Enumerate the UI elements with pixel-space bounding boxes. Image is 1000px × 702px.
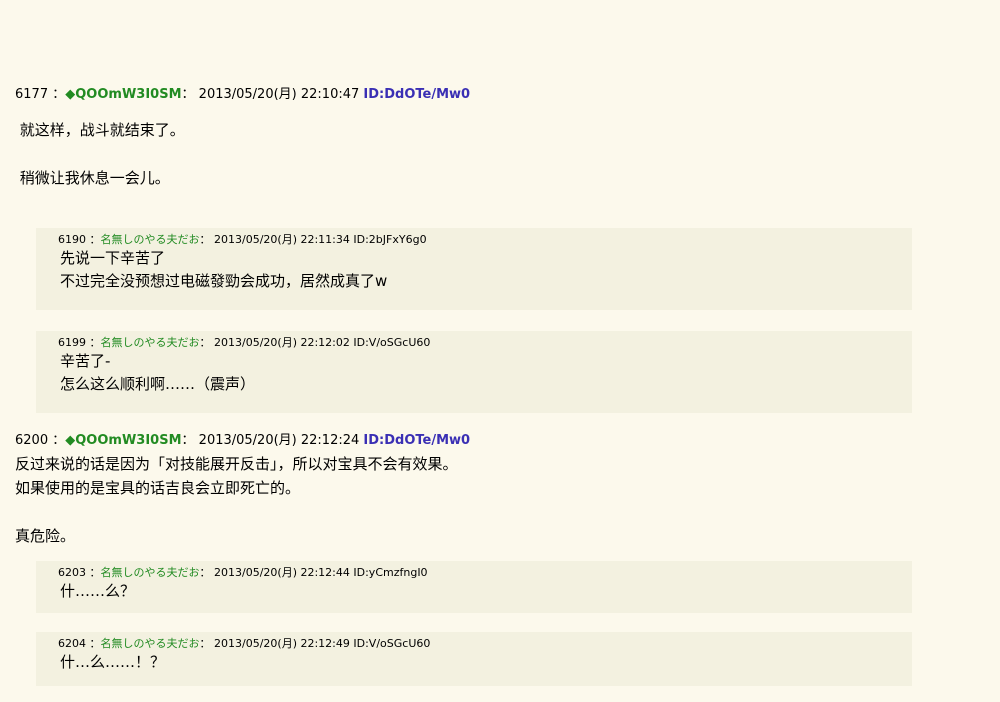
quoted-reply: 6203 ：名無しのやる夫だお： 2013/05/20(月) 22:12:44 …	[36, 561, 912, 613]
post-separator: ：	[181, 433, 195, 448]
post-number[interactable]: 6200	[15, 433, 48, 448]
quoted-reply: 6190 ：名無しのやる夫だお： 2013/05/20(月) 22:11:34 …	[36, 228, 912, 310]
post-body: 反过来说的话是因为「对技能展开反击」，所以对宝具不会有效果。 如果使用的是宝具的…	[15, 455, 458, 545]
reply-number[interactable]: 6199	[58, 336, 86, 349]
reply-body: 什…么……！？	[60, 653, 166, 671]
reply-user-id[interactable]: ID:yCmzfngI0	[353, 566, 427, 579]
reply-header: 6204 ：名無しのやる夫だお： 2013/05/20(月) 22:12:49 …	[58, 636, 912, 651]
reply-separator: ：	[199, 637, 211, 650]
post-separator: ：	[52, 87, 66, 102]
quoted-reply: 6199 ：名無しのやる夫だお： 2013/05/20(月) 22:12:02 …	[36, 331, 912, 413]
post-author-name: ◆QOOmW3I0SM	[65, 433, 182, 448]
reply-separator: ：	[199, 336, 211, 349]
reply-separator: ：	[199, 233, 211, 246]
post-separator: ：	[52, 433, 66, 448]
reply-separator: ：	[89, 233, 101, 246]
reply-separator: ：	[89, 336, 101, 349]
reply-user-id[interactable]: ID:V/oSGcU60	[353, 637, 430, 650]
reply-number[interactable]: 6190	[58, 233, 86, 246]
reply-body: 先说一下辛苦了 不过完全没预想过电磁發勁会成功，居然成真了w	[60, 249, 388, 290]
post-author-name: ◆QOOmW3I0SM	[65, 87, 182, 102]
post-body: 就这样，战斗就结束了。 稍微让我休息一会儿。	[19, 121, 185, 187]
post-user-id[interactable]: ID:DdOTe/Mw0	[363, 87, 470, 102]
reply-header: 6203 ：名無しのやる夫だお： 2013/05/20(月) 22:12:44 …	[58, 565, 912, 580]
post-separator: ：	[181, 87, 195, 102]
reply-separator: ：	[89, 637, 101, 650]
reply-number[interactable]: 6203	[58, 566, 86, 579]
post-number[interactable]: 6177	[15, 87, 48, 102]
reply-datetime: 2013/05/20(月) 22:11:34	[214, 233, 350, 246]
post-header: 6177 ：◆QOOmW3I0SM： 2013/05/20(月) 22:10:4…	[15, 86, 470, 104]
reply-datetime: 2013/05/20(月) 22:12:02	[214, 336, 350, 349]
reply-separator: ：	[199, 566, 211, 579]
reply-header: 6190 ：名無しのやる夫だお： 2013/05/20(月) 22:11:34 …	[58, 232, 912, 247]
reply-datetime: 2013/05/20(月) 22:12:44	[214, 566, 350, 579]
quoted-reply: 6204 ：名無しのやる夫だお： 2013/05/20(月) 22:12:49 …	[36, 632, 912, 686]
post-datetime: 2013/05/20(月) 22:12:24	[198, 433, 360, 448]
post-header: 6200 ：◆QOOmW3I0SM： 2013/05/20(月) 22:12:2…	[15, 432, 470, 450]
reply-author-name: 名無しのやる夫だお	[100, 233, 200, 246]
reply-author-name: 名無しのやる夫だお	[100, 336, 200, 349]
reply-author-name: 名無しのやる夫だお	[100, 566, 200, 579]
reply-body: 辛苦了- 怎么这么顺利啊……（震声）	[60, 352, 256, 393]
post-datetime: 2013/05/20(月) 22:10:47	[198, 87, 360, 102]
thread-post: 6200 ：◆QOOmW3I0SM： 2013/05/20(月) 22:12:2…	[15, 432, 470, 548]
reply-header: 6199 ：名無しのやる夫だお： 2013/05/20(月) 22:12:02 …	[58, 335, 912, 350]
reply-user-id[interactable]: ID:V/oSGcU60	[353, 336, 430, 349]
post-user-id[interactable]: ID:DdOTe/Mw0	[363, 433, 470, 448]
reply-datetime: 2013/05/20(月) 22:12:49	[214, 637, 350, 650]
reply-separator: ：	[89, 566, 101, 579]
reply-body: 什……么？	[60, 582, 136, 600]
reply-author-name: 名無しのやる夫だお	[100, 637, 200, 650]
reply-number[interactable]: 6204	[58, 637, 86, 650]
reply-user-id[interactable]: ID:2bJFxY6g0	[353, 233, 426, 246]
thread-post: 6177 ：◆QOOmW3I0SM： 2013/05/20(月) 22:10:4…	[15, 86, 470, 190]
